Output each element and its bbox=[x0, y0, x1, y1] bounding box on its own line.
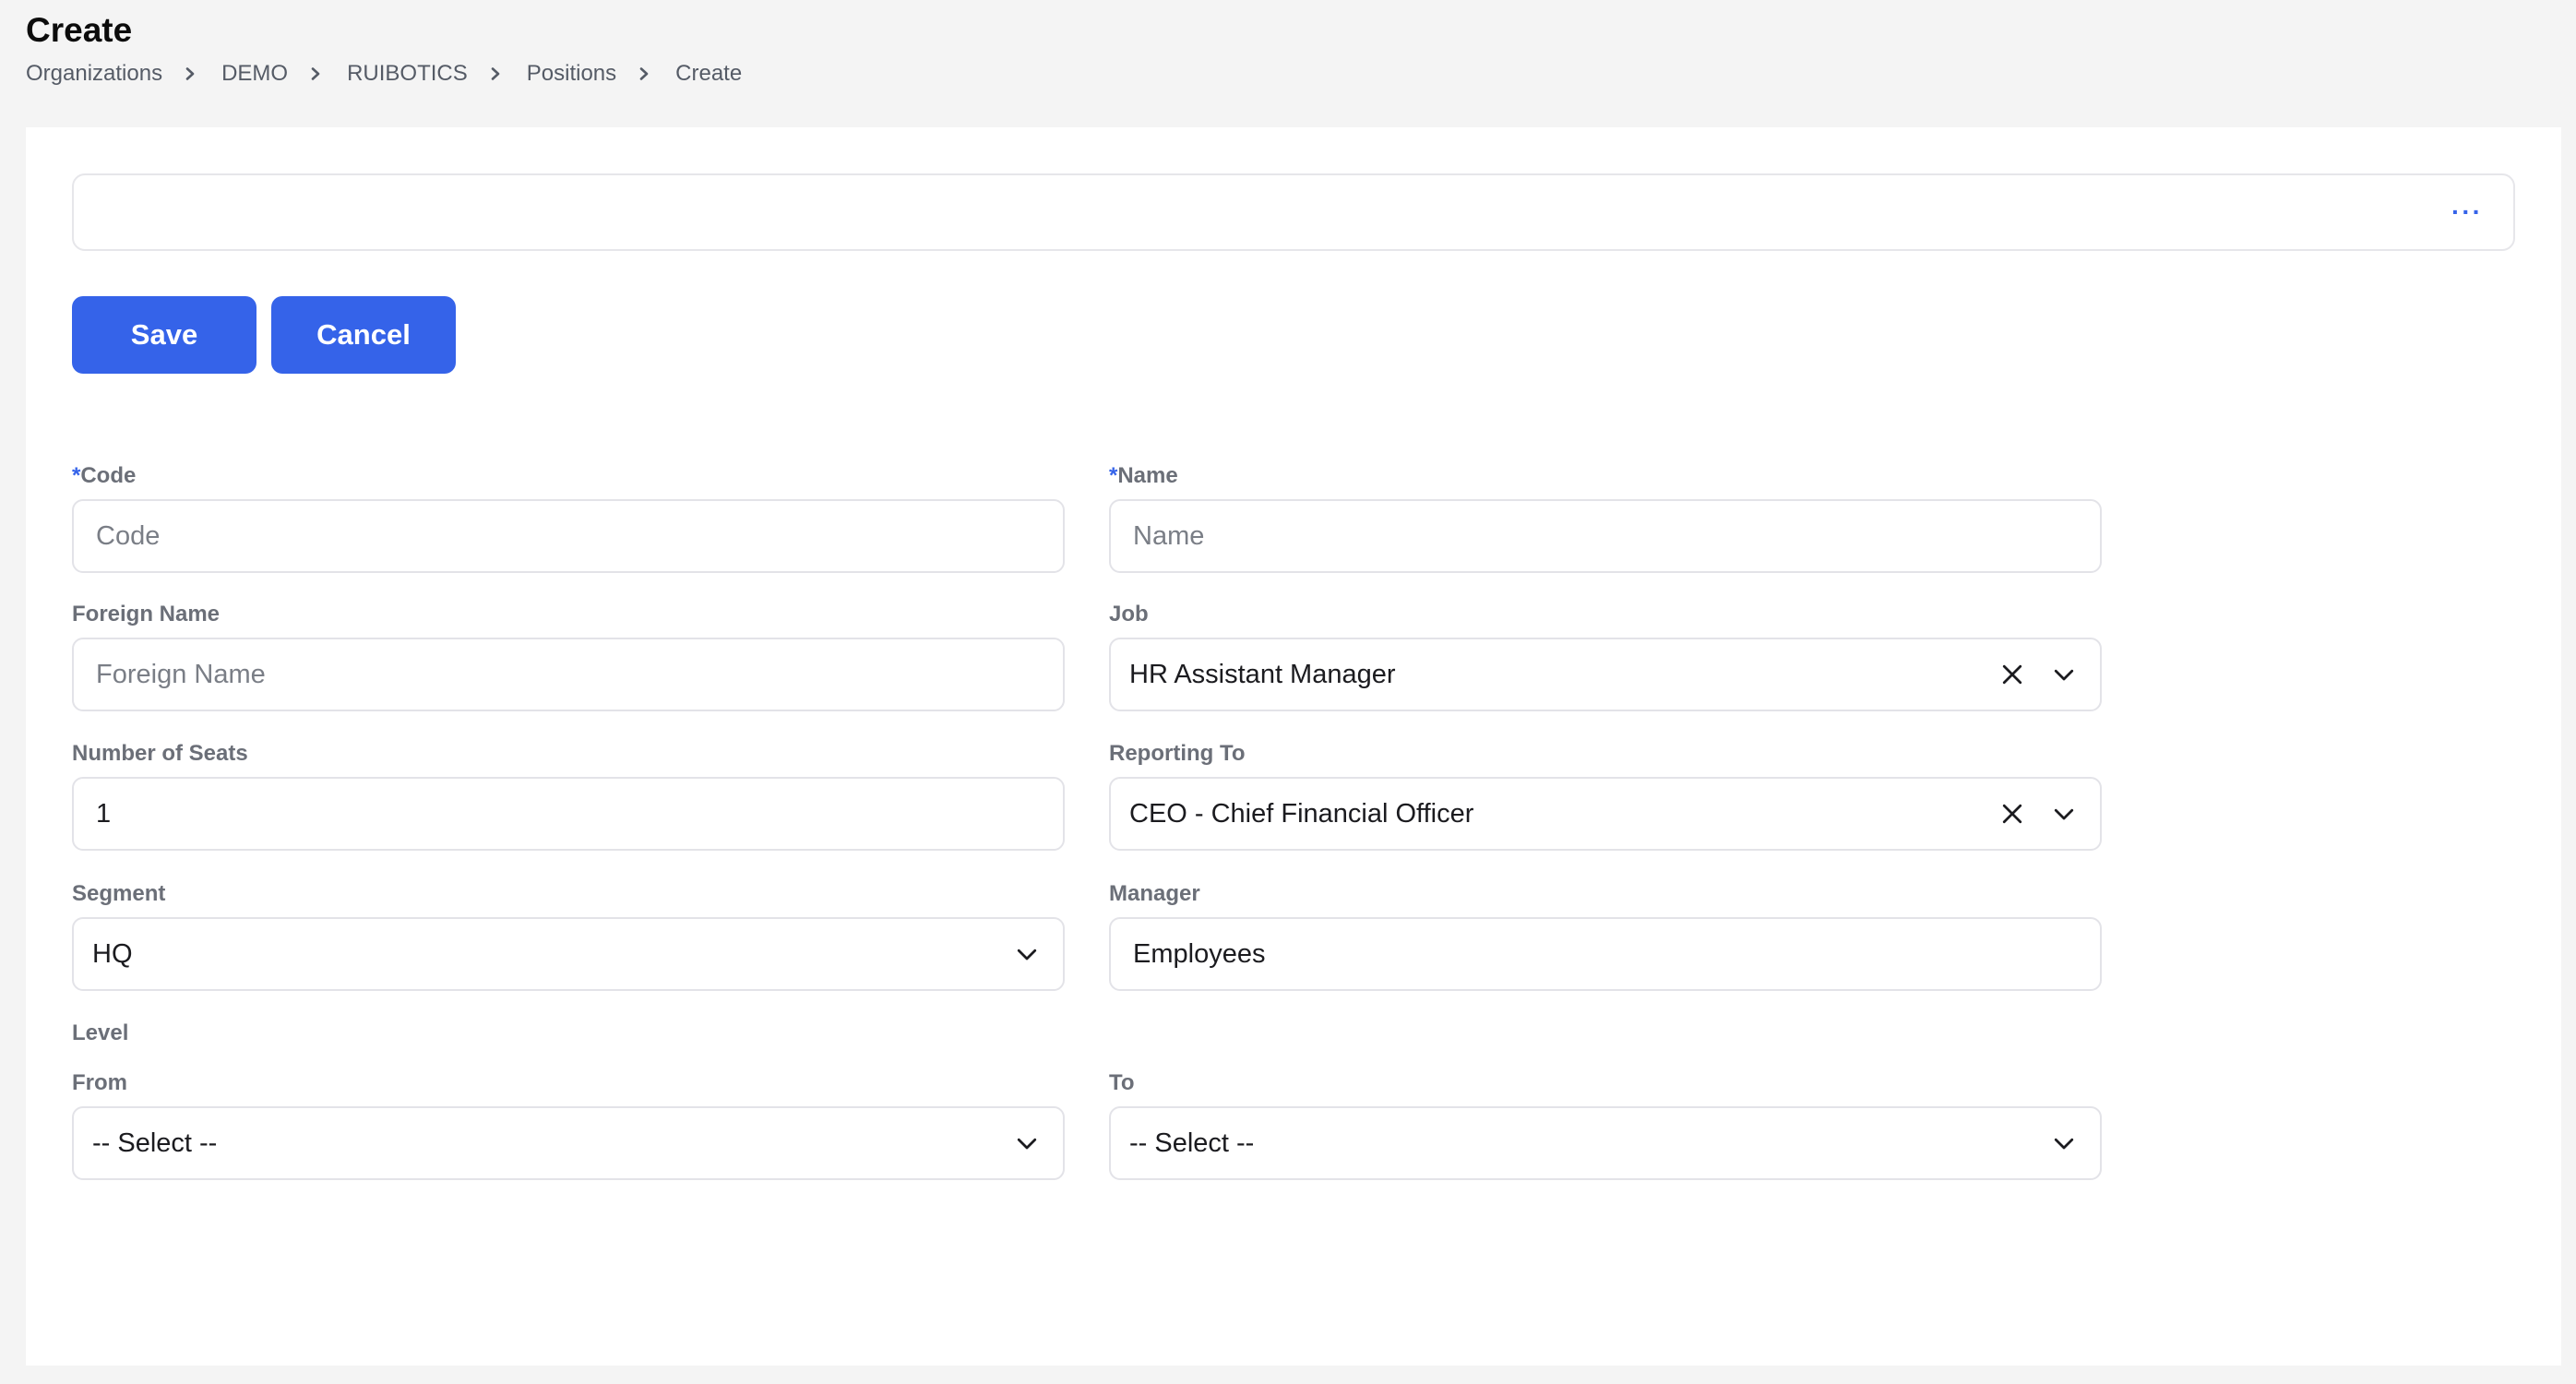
level-from-select[interactable]: -- Select -- bbox=[72, 1106, 1065, 1180]
code-input[interactable] bbox=[96, 501, 1041, 571]
foreign-name-label: Foreign Name bbox=[72, 602, 221, 626]
chevron-down-icon[interactable] bbox=[2050, 1129, 2078, 1157]
code-label: *Code bbox=[72, 463, 136, 489]
level-to-label: To bbox=[1109, 1070, 1135, 1095]
chevron-down-icon[interactable] bbox=[2050, 661, 2078, 688]
segment-label: Segment bbox=[72, 881, 166, 906]
breadcrumb-item-ruibotics[interactable]: RUIBOTICS bbox=[347, 61, 468, 87]
segment-select[interactable]: HQ bbox=[72, 917, 1065, 991]
level-from-value: -- Select -- bbox=[92, 1127, 218, 1158]
number-of-seats-value[interactable]: 1 bbox=[96, 799, 1041, 829]
chevron-right-icon bbox=[181, 67, 199, 80]
more-options-icon[interactable]: ··· bbox=[2449, 197, 2486, 226]
level-to-select[interactable]: -- Select -- bbox=[1109, 1106, 2102, 1180]
name-input[interactable] bbox=[1133, 501, 2078, 571]
action-toolbar: ··· bbox=[72, 173, 2515, 251]
clear-icon[interactable] bbox=[1998, 800, 2026, 828]
segment-value: HQ bbox=[92, 938, 133, 969]
save-button[interactable]: Save bbox=[72, 296, 256, 374]
foreign-name-input[interactable] bbox=[96, 639, 1041, 710]
breadcrumb: Organizations DEMO RUIBOTICS Positions C… bbox=[26, 61, 742, 87]
page-title: Create bbox=[26, 11, 133, 49]
chevron-down-icon[interactable] bbox=[1013, 940, 1041, 968]
job-label: Job bbox=[1109, 602, 1149, 626]
manager-value[interactable]: Employees bbox=[1133, 939, 2078, 970]
level-from-label: From bbox=[72, 1070, 127, 1095]
chevron-right-icon bbox=[486, 67, 505, 80]
manager-label: Manager bbox=[1109, 881, 1200, 906]
breadcrumb-item-demo[interactable]: DEMO bbox=[221, 61, 288, 87]
cancel-button[interactable]: Cancel bbox=[271, 296, 456, 374]
required-mark: * bbox=[1109, 463, 1118, 488]
clear-icon[interactable] bbox=[1998, 661, 2026, 688]
reporting-to-value: CEO - Chief Financial Officer bbox=[1129, 798, 1474, 829]
chevron-right-icon bbox=[306, 67, 325, 80]
job-value: HR Assistant Manager bbox=[1129, 659, 1396, 689]
breadcrumb-item-create: Create bbox=[675, 61, 743, 86]
foreign-name-field[interactable] bbox=[72, 638, 1065, 711]
code-field[interactable] bbox=[72, 499, 1065, 573]
breadcrumb-item-organizations[interactable]: Organizations bbox=[26, 61, 162, 87]
number-of-seats-field[interactable]: 1 bbox=[72, 777, 1065, 851]
chevron-down-icon[interactable] bbox=[2050, 800, 2078, 828]
level-to-value: -- Select -- bbox=[1129, 1127, 1255, 1158]
code-label-text: Code bbox=[80, 463, 137, 488]
chevron-right-icon bbox=[635, 67, 653, 80]
form-card: ··· Save Cancel *Code *Name Foreign Name… bbox=[26, 127, 2561, 1366]
reporting-to-select[interactable]: CEO - Chief Financial Officer bbox=[1109, 777, 2102, 851]
number-of-seats-label: Number of Seats bbox=[72, 741, 248, 766]
level-label: Level bbox=[72, 1020, 129, 1045]
chevron-down-icon[interactable] bbox=[1013, 1129, 1041, 1157]
name-field[interactable] bbox=[1109, 499, 2102, 573]
job-select[interactable]: HR Assistant Manager bbox=[1109, 638, 2102, 711]
manager-field[interactable]: Employees bbox=[1109, 917, 2102, 991]
breadcrumb-item-positions[interactable]: Positions bbox=[527, 61, 616, 87]
reporting-to-label: Reporting To bbox=[1109, 741, 1246, 766]
name-label-text: Name bbox=[1117, 463, 1178, 488]
required-mark: * bbox=[72, 463, 81, 488]
name-label: *Name bbox=[1109, 463, 1178, 489]
